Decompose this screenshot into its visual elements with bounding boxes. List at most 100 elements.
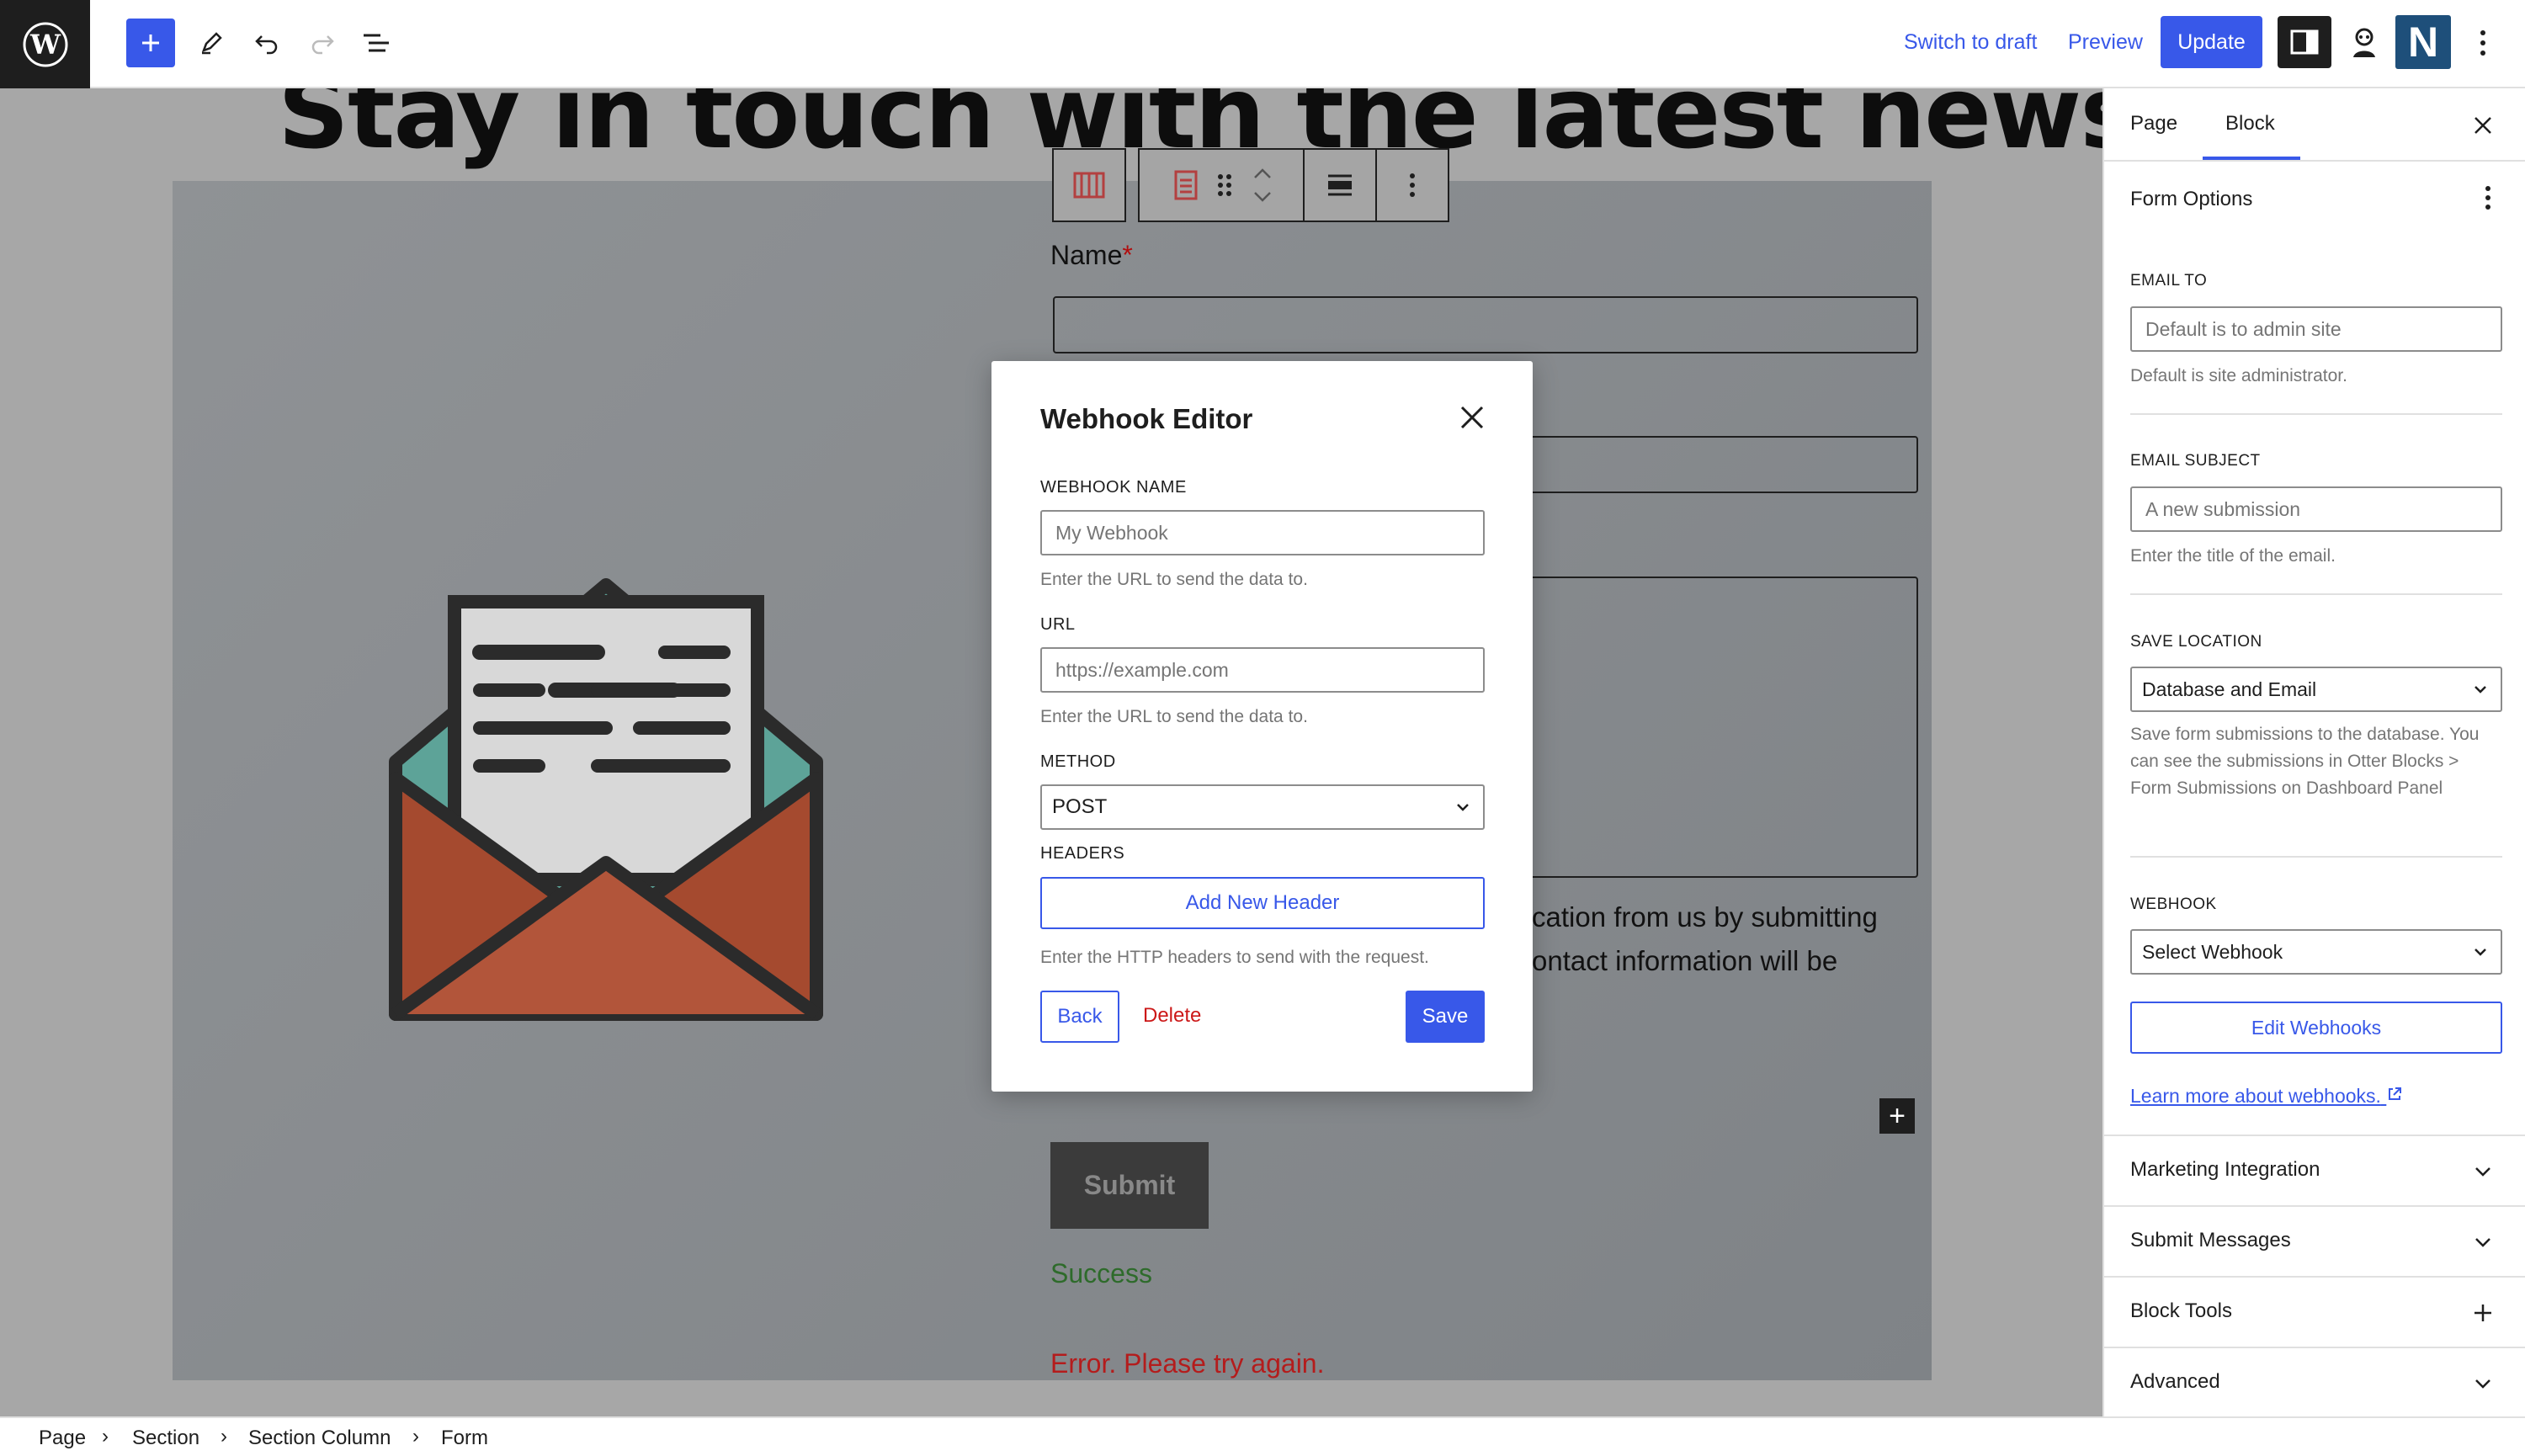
divider <box>2130 413 2502 415</box>
active-tab-indicator <box>2203 157 2300 160</box>
panel-submit-messages[interactable]: Submit Messages <box>2104 1205 2525 1276</box>
consent-text-line1: cation from us by submitting <box>1532 901 1878 933</box>
block-controls-group <box>1138 148 1449 222</box>
divider <box>2130 856 2502 858</box>
external-link-icon <box>2389 1087 2402 1100</box>
chevron-down-icon <box>2466 1367 2500 1400</box>
chevron-right-icon: › <box>412 1425 419 1448</box>
add-inner-block-icon[interactable]: + <box>1879 1098 1915 1134</box>
method-label: METHOD <box>1040 752 1116 771</box>
email-subject-input[interactable] <box>2130 486 2502 532</box>
webhook-select-value: Select Webhook <box>2142 940 2283 963</box>
add-block-button[interactable] <box>126 19 175 67</box>
switch-to-draft-link[interactable]: Switch to draft <box>1904 30 2037 55</box>
breadcrumb-section-column[interactable]: Section Column <box>248 1427 391 1450</box>
plugin-avatar-icon[interactable] <box>2345 17 2384 69</box>
webhook-editor-modal: Webhook Editor WEBHOOK NAME Enter the UR… <box>991 361 1533 1092</box>
edit-pencil-icon[interactable] <box>192 17 231 69</box>
tab-page[interactable]: Page <box>2130 112 2177 136</box>
back-button[interactable]: Back <box>1040 991 1119 1043</box>
breadcrumb-section[interactable]: Section <box>132 1427 199 1450</box>
breadcrumb-page[interactable]: Page <box>39 1427 86 1450</box>
form-options-menu-icon[interactable] <box>2471 181 2505 215</box>
update-button[interactable]: Update <box>2161 16 2262 68</box>
redo-icon[interactable] <box>303 17 342 69</box>
close-sidebar-icon[interactable] <box>2466 109 2500 142</box>
name-label-text: Name <box>1050 240 1123 270</box>
chevron-right-icon: › <box>221 1425 227 1448</box>
success-message: Success <box>1050 1258 1152 1289</box>
sidebar-tabs: Page Block <box>2104 88 2525 162</box>
svg-text:W: W <box>29 29 61 61</box>
panel-block-tools[interactable]: Block Tools <box>2104 1276 2525 1347</box>
move-up-down-icon[interactable] <box>1252 166 1273 205</box>
block-type-mover <box>1140 150 1305 221</box>
chevron-down-icon <box>1457 804 1469 811</box>
document-overview-icon[interactable] <box>357 17 396 69</box>
url-input[interactable] <box>1040 647 1485 693</box>
learn-more-text: Learn more about webhooks. <box>2130 1085 2381 1107</box>
delete-button[interactable]: Delete <box>1143 1004 1201 1028</box>
modal-title: Webhook Editor <box>1040 403 1253 434</box>
preview-link[interactable]: Preview <box>2068 30 2143 55</box>
editor-header: W Switch to draft Preview Update N <box>0 0 2525 88</box>
parent-block-icon[interactable] <box>1054 150 1124 221</box>
edit-webhooks-button[interactable]: Edit Webhooks <box>2130 1002 2502 1054</box>
wordpress-logo-icon[interactable]: W <box>0 0 90 88</box>
method-selected-value: POST <box>1052 795 1108 818</box>
settings-sidebar: Page Block Form Options EMAIL TO Default… <box>2102 88 2525 1416</box>
sidebar-icon <box>2290 29 2319 55</box>
name-field-label: Name* <box>1050 240 1133 271</box>
save-location-label: SAVE LOCATION <box>2130 633 2262 651</box>
email-to-input[interactable] <box>2130 306 2502 352</box>
breadcrumb: Page › Section › Section Column › Form <box>0 1416 2525 1456</box>
url-help: Enter the URL to send the data to. <box>1040 707 1308 726</box>
consent-text-line2: ontact information will be <box>1532 945 1838 976</box>
align-icon[interactable] <box>1305 150 1377 221</box>
plus-icon <box>2466 1296 2500 1330</box>
webhook-name-help: Enter the URL to send the data to. <box>1040 570 1308 589</box>
envelope-illustration <box>389 578 823 1021</box>
undo-icon[interactable] <box>247 17 286 69</box>
headers-help: Enter the HTTP headers to send with the … <box>1040 948 1429 967</box>
panel-marketing-integration[interactable]: Marketing Integration <box>2104 1135 2525 1205</box>
breadcrumb-form[interactable]: Form <box>441 1427 488 1450</box>
block-toolbar <box>1052 148 1449 222</box>
error-message: Error. Please try again. <box>1050 1348 1325 1379</box>
headers-label: HEADERS <box>1040 844 1125 863</box>
block-options-icon[interactable] <box>1377 150 1448 221</box>
chevron-down-icon <box>2466 1225 2500 1259</box>
options-menu-icon[interactable] <box>2466 17 2500 69</box>
url-label: URL <box>1040 615 1076 634</box>
email-input[interactable] <box>1515 436 1918 493</box>
save-location-value: Database and Email <box>2142 678 2317 700</box>
name-input[interactable] <box>1053 296 1918 353</box>
email-subject-help: Enter the title of the email. <box>2130 546 2336 566</box>
panel-advanced[interactable]: Advanced <box>2104 1347 2525 1417</box>
save-button[interactable]: Save <box>1406 991 1485 1043</box>
tab-block[interactable]: Block <box>2225 112 2275 136</box>
panel-title: Marketing Integration <box>2130 1158 2320 1181</box>
form-submit-button[interactable]: Submit <box>1050 1142 1209 1229</box>
webhook-name-input[interactable] <box>1040 510 1485 555</box>
drag-handle-icon[interactable] <box>1216 173 1233 198</box>
close-icon[interactable] <box>1453 398 1491 437</box>
chevron-down-icon <box>2474 949 2486 956</box>
save-location-help: Save form submissions to the database. Y… <box>2130 725 2480 798</box>
webhook-label: WEBHOOK <box>2130 895 2217 913</box>
learn-more-webhooks-link[interactable]: Learn more about webhooks. <box>2130 1085 2403 1108</box>
settings-sidebar-toggle[interactable] <box>2278 16 2331 68</box>
email-to-help: Default is site administrator. <box>2130 366 2347 385</box>
add-new-header-button[interactable]: Add New Header <box>1040 877 1485 929</box>
webhook-select[interactable]: Select Webhook <box>2130 929 2502 975</box>
method-select[interactable]: POST <box>1040 784 1485 830</box>
message-textarea[interactable] <box>1515 577 1918 878</box>
save-location-select[interactable]: Database and Email <box>2130 667 2502 712</box>
plugin-n-logo-icon[interactable]: N <box>2395 15 2451 69</box>
block-parent-group <box>1052 148 1126 222</box>
chevron-down-icon <box>2466 1155 2500 1188</box>
email-to-label: EMAIL TO <box>2130 272 2208 290</box>
chevron-down-icon <box>2474 686 2486 693</box>
form-block-icon[interactable] <box>1169 168 1203 202</box>
required-asterisk: * <box>1122 240 1133 270</box>
